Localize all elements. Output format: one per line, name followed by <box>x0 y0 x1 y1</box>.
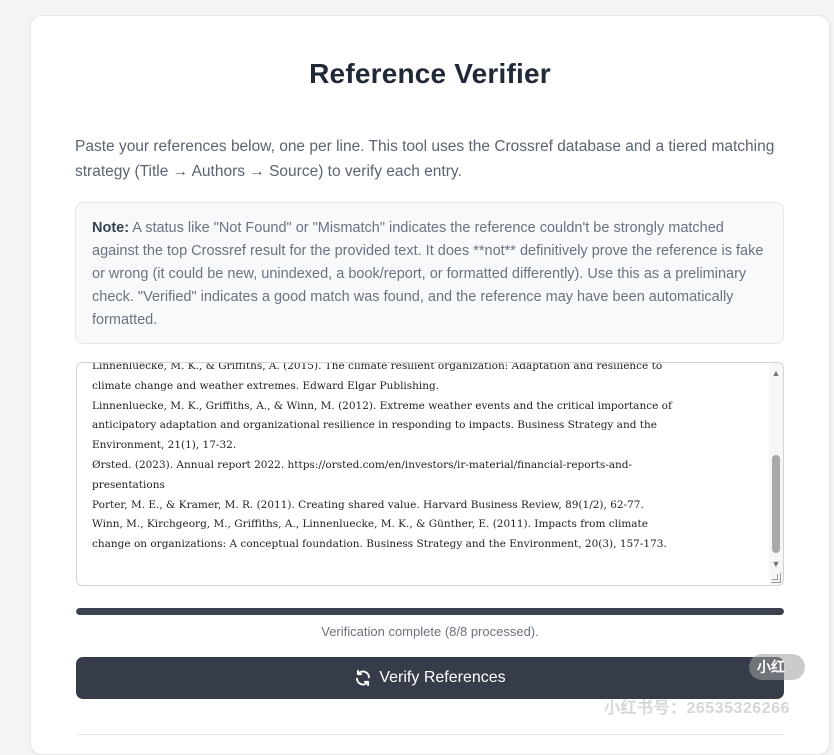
page-title: Reference Verifier <box>309 58 551 89</box>
verify-button-label: Verify References <box>379 669 506 686</box>
verify-references-button[interactable]: Verify References <box>76 657 784 699</box>
progress-bar <box>76 608 784 615</box>
intro-text: Paste your references below, one per lin… <box>75 138 775 180</box>
note-box: Note: A status like "Not Found" or "Mism… <box>75 202 784 344</box>
verifier-card: Reference Verifier Paste your references… <box>30 15 830 755</box>
section-divider <box>76 734 784 735</box>
textarea-scrollbar[interactable]: ▲ ▼ <box>769 363 783 585</box>
scroll-down-arrow-icon[interactable]: ▼ <box>771 559 781 569</box>
resize-handle-icon[interactable] <box>771 573 781 583</box>
note-text: A status like "Not Found" or "Mismatch" … <box>92 220 764 328</box>
scroll-up-arrow-icon[interactable]: ▲ <box>771 368 781 378</box>
references-textarea-content[interactable]: Linnenluecke, M. K., & Griffiths, A. (20… <box>92 363 762 555</box>
note-label: Note: <box>92 220 130 236</box>
watermark-text: 小红书号：26535326266 <box>604 700 790 717</box>
progress-status-text: Verification complete (8/8 processed). <box>321 624 539 639</box>
scrollbar-thumb[interactable] <box>772 455 780 553</box>
progress-bar-fill <box>76 608 784 615</box>
watermark-badge: 小红 <box>749 654 805 680</box>
refresh-icon <box>356 669 371 687</box>
references-textarea[interactable]: Linnenluecke, M. K., & Griffiths, A. (20… <box>76 362 784 586</box>
